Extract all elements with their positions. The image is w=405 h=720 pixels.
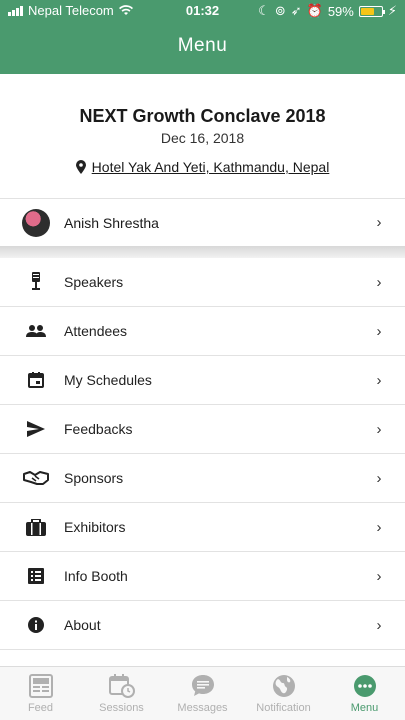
menu-item-label: Speakers: [64, 274, 124, 290]
menu-item-about[interactable]: About ›: [0, 601, 405, 650]
tab-feed[interactable]: Feed: [0, 667, 81, 720]
microphone-icon: [22, 272, 50, 292]
event-name: NEXT Growth Conclave 2018: [79, 106, 326, 126]
chevron-right-icon: ›: [376, 273, 382, 291]
handshake-icon: [22, 470, 50, 486]
send-icon: [22, 421, 50, 437]
tab-label: Sessions: [99, 702, 144, 714]
chevron-right-icon: ›: [376, 518, 382, 536]
location-arrow-icon: ➶: [290, 3, 302, 18]
menu-item-label: Feedbacks: [64, 421, 133, 437]
avatar: [22, 208, 50, 237]
tab-notification[interactable]: Notification: [243, 667, 324, 720]
app-header: Nepal Telecom 01:32 ☾ ⊚ ➶ ⏰ 59% ⚡ Menu: [0, 0, 405, 74]
tab-menu[interactable]: Menu: [324, 667, 405, 720]
chevron-right-icon: ›: [376, 469, 382, 487]
event-info: NEXT Growth Conclave 2018 Dec 16, 2018 H…: [0, 74, 405, 198]
calendar-icon: [22, 372, 50, 388]
tab-label: Menu: [350, 702, 379, 714]
list-icon: [22, 568, 50, 584]
calendar-clock-icon: [108, 673, 135, 699]
section-divider: [0, 246, 405, 258]
chat-bubble-icon: [190, 673, 216, 699]
globe-icon: [271, 673, 297, 699]
menu-list: Speakers › Attendees › My Schedules › Fe…: [0, 258, 405, 650]
briefcase-icon: [22, 518, 50, 536]
alarm-icon: ⏰: [306, 3, 323, 18]
menu-item-my-schedules[interactable]: My Schedules ›: [0, 356, 405, 405]
map-pin-icon: [75, 160, 86, 174]
tab-label: Messages: [177, 702, 228, 714]
event-venue[interactable]: Hotel Yak And Yeti, Kathmandu, Nepal: [92, 159, 330, 175]
menu-item-exhibitors[interactable]: Exhibitors ›: [0, 503, 405, 552]
chevron-right-icon: ›: [376, 420, 382, 438]
status-bar: Nepal Telecom 01:32 ☾ ⊚ ➶ ⏰ 59% ⚡: [0, 0, 405, 20]
people-icon: [22, 324, 50, 338]
rotation-lock-icon: ⊚: [274, 3, 286, 18]
info-icon: [22, 617, 50, 633]
event-date: Dec 16, 2018: [160, 130, 245, 146]
menu-item-label: Attendees: [64, 323, 128, 339]
menu-item-feedbacks[interactable]: Feedbacks ›: [0, 405, 405, 454]
feed-icon: [28, 673, 54, 699]
chevron-right-icon: ›: [376, 616, 382, 634]
tab-label: Feed: [27, 702, 54, 714]
menu-item-speakers[interactable]: Speakers ›: [0, 258, 405, 307]
tab-label: Notification: [256, 702, 311, 714]
chevron-right-icon: ›: [376, 567, 382, 585]
battery-percent: 59%: [327, 3, 354, 19]
tab-bar: Feed Sessions Messages Notification Menu: [0, 666, 405, 720]
menu-item-label: My Schedules: [64, 372, 152, 388]
tab-messages[interactable]: Messages: [162, 667, 243, 720]
profile-row[interactable]: Anish Shrestha ›: [0, 198, 405, 246]
menu-item-attendees[interactable]: Attendees ›: [0, 307, 405, 356]
profile-name: Anish Shrestha: [64, 214, 159, 231]
menu-item-label: Sponsors: [64, 470, 124, 486]
moon-icon: ☾: [258, 3, 270, 18]
chevron-right-icon: ›: [376, 322, 382, 340]
chevron-right-icon: ›: [376, 371, 382, 389]
tab-sessions[interactable]: Sessions: [81, 667, 162, 720]
more-dots-icon: [352, 673, 378, 699]
menu-item-label: About: [64, 617, 101, 633]
event-venue-link[interactable]: Hotel Yak And Yeti, Kathmandu, Nepal: [0, 159, 405, 175]
page-title: Menu: [177, 35, 228, 56]
charging-icon: ⚡: [387, 3, 397, 18]
chevron-right-icon: ›: [376, 214, 382, 231]
menu-item-sponsors[interactable]: Sponsors ›: [0, 454, 405, 503]
battery-icon: [358, 5, 385, 17]
menu-item-label: Exhibitors: [64, 519, 126, 535]
menu-item-label: Info Booth: [64, 568, 128, 584]
menu-item-info-booth[interactable]: Info Booth ›: [0, 552, 405, 601]
